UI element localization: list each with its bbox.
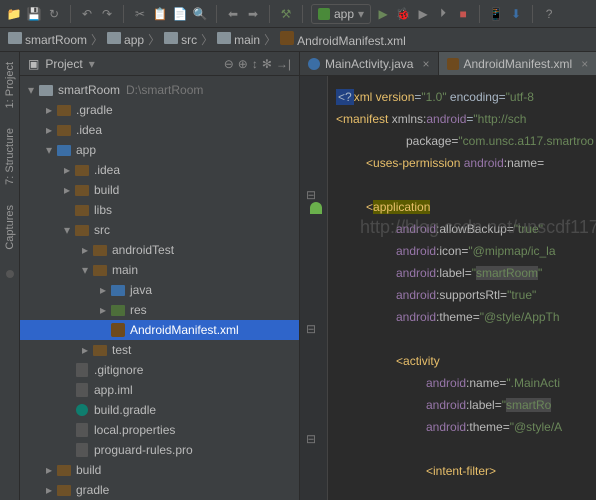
tree-item[interactable]: build.gradle xyxy=(20,400,299,420)
back-icon[interactable]: ⬅ xyxy=(225,6,241,22)
tree-item[interactable]: ▾app xyxy=(20,140,299,160)
undo-icon[interactable]: ↶ xyxy=(79,6,95,22)
run-config-label: app xyxy=(334,7,354,21)
redo-icon[interactable]: ↷ xyxy=(99,6,115,22)
run-config-selector[interactable]: app ▾ xyxy=(311,4,371,24)
breadcrumb: smartRoom 〉 app 〉 src 〉 main 〉 AndroidMa… xyxy=(0,28,596,52)
run-icon[interactable]: ▶ xyxy=(375,6,391,22)
tree-item[interactable]: ▸gradle xyxy=(20,480,299,500)
main-toolbar: 📁 💾 ↻ ↶ ↷ ✂ 📋 📄 🔍 ⬅ ➡ ⚒ app ▾ ▶ 🐞 ▶ ⏵ ■ … xyxy=(0,0,596,28)
editor-tab[interactable]: AndroidManifest.xml× xyxy=(439,52,596,75)
save-icon[interactable]: 💾 xyxy=(26,6,42,22)
find-icon[interactable]: 🔍 xyxy=(192,6,208,22)
editor-tabs: MainActivity.java×AndroidManifest.xml×fr… xyxy=(300,52,596,76)
breadcrumb-item[interactable]: smartRoom xyxy=(8,32,87,47)
copy-icon[interactable]: 📋 xyxy=(152,6,168,22)
target-icon[interactable]: ⊕ xyxy=(238,57,248,71)
code-editor[interactable]: ⊟ ⊟ ⊟ http://blog.csdn.net/unscdf117 <?x… xyxy=(300,76,596,500)
paste-icon[interactable]: 📄 xyxy=(172,6,188,22)
tree-item[interactable]: libs xyxy=(20,200,299,220)
stop-icon[interactable]: ■ xyxy=(455,6,471,22)
cut-icon[interactable]: ✂ xyxy=(132,6,148,22)
collapse-icon[interactable]: ⊖ xyxy=(224,57,234,71)
gear-icon[interactable]: ✻ xyxy=(262,57,272,71)
tree-item[interactable]: .gitignore xyxy=(20,360,299,380)
tool-structure[interactable]: 7: Structure xyxy=(4,128,16,185)
editor-area: MainActivity.java×AndroidManifest.xml×fr… xyxy=(300,52,596,500)
tree-item[interactable]: ▸test xyxy=(20,340,299,360)
module-icon xyxy=(318,8,330,20)
left-tool-strip: 1: Project 7: Structure Captures xyxy=(0,52,20,500)
scroll-icon[interactable]: ↕ xyxy=(252,57,258,71)
sdk-icon[interactable]: ⬇ xyxy=(508,6,524,22)
attach-icon[interactable]: ⏵ xyxy=(435,6,451,22)
circle-icon[interactable] xyxy=(6,270,14,278)
profile-icon[interactable]: ▶ xyxy=(415,6,431,22)
breadcrumb-item[interactable]: AndroidManifest.xml xyxy=(280,31,406,48)
tree-item[interactable]: ▸.idea xyxy=(20,120,299,140)
project-tree[interactable]: ▾ smartRoom D:\smartRoom ▸.gradle▸.idea▾… xyxy=(20,76,299,500)
panel-header: ▣ Project ▾ ⊖ ⊕ ↕ ✻ →| xyxy=(20,52,299,76)
tree-item[interactable]: local.properties xyxy=(20,420,299,440)
tool-project[interactable]: 1: Project xyxy=(4,62,16,108)
settings-icon[interactable]: ? xyxy=(541,6,557,22)
panel-title: Project xyxy=(45,57,82,71)
breadcrumb-item[interactable]: main xyxy=(217,32,260,47)
debug-icon[interactable]: 🐞 xyxy=(395,6,411,22)
tree-item[interactable]: proguard-rules.pro xyxy=(20,440,299,460)
tree-item[interactable]: ▾main xyxy=(20,260,299,280)
tool-captures[interactable]: Captures xyxy=(4,205,16,250)
android-icon xyxy=(308,200,324,216)
editor-tab[interactable]: MainActivity.java× xyxy=(300,52,439,75)
open-icon[interactable]: 📁 xyxy=(6,6,22,22)
tree-item[interactable]: app.iml xyxy=(20,380,299,400)
tree-item[interactable]: ▸build xyxy=(20,460,299,480)
tree-item[interactable]: ▾src xyxy=(20,220,299,240)
xml-icon xyxy=(447,58,459,70)
build-icon[interactable]: ⚒ xyxy=(278,6,294,22)
tree-item[interactable]: ▸androidTest xyxy=(20,240,299,260)
breadcrumb-item[interactable]: app xyxy=(107,32,144,47)
tree-item[interactable]: ▸build xyxy=(20,180,299,200)
close-icon[interactable]: × xyxy=(581,57,588,71)
view-mode-icon[interactable]: ▣ xyxy=(28,57,39,71)
sync-icon[interactable]: ↻ xyxy=(46,6,62,22)
close-icon[interactable]: × xyxy=(422,57,429,71)
breadcrumb-item[interactable]: src xyxy=(164,32,197,47)
tree-item[interactable]: ▸java xyxy=(20,280,299,300)
forward-icon[interactable]: ➡ xyxy=(245,6,261,22)
class-icon xyxy=(308,58,320,70)
minimize-icon[interactable]: →| xyxy=(276,57,291,71)
avd-icon[interactable]: 📱 xyxy=(488,6,504,22)
project-panel: ▣ Project ▾ ⊖ ⊕ ↕ ✻ →| ▾ smartRoom D:\sm… xyxy=(20,52,300,500)
tree-item[interactable]: ▸.idea xyxy=(20,160,299,180)
tree-root[interactable]: ▾ smartRoom D:\smartRoom xyxy=(20,80,299,100)
tree-item[interactable]: ▸res xyxy=(20,300,299,320)
gutter: ⊟ ⊟ ⊟ xyxy=(300,76,328,500)
tree-item[interactable]: ▸.gradle xyxy=(20,100,299,120)
tree-item[interactable]: AndroidManifest.xml xyxy=(20,320,299,340)
